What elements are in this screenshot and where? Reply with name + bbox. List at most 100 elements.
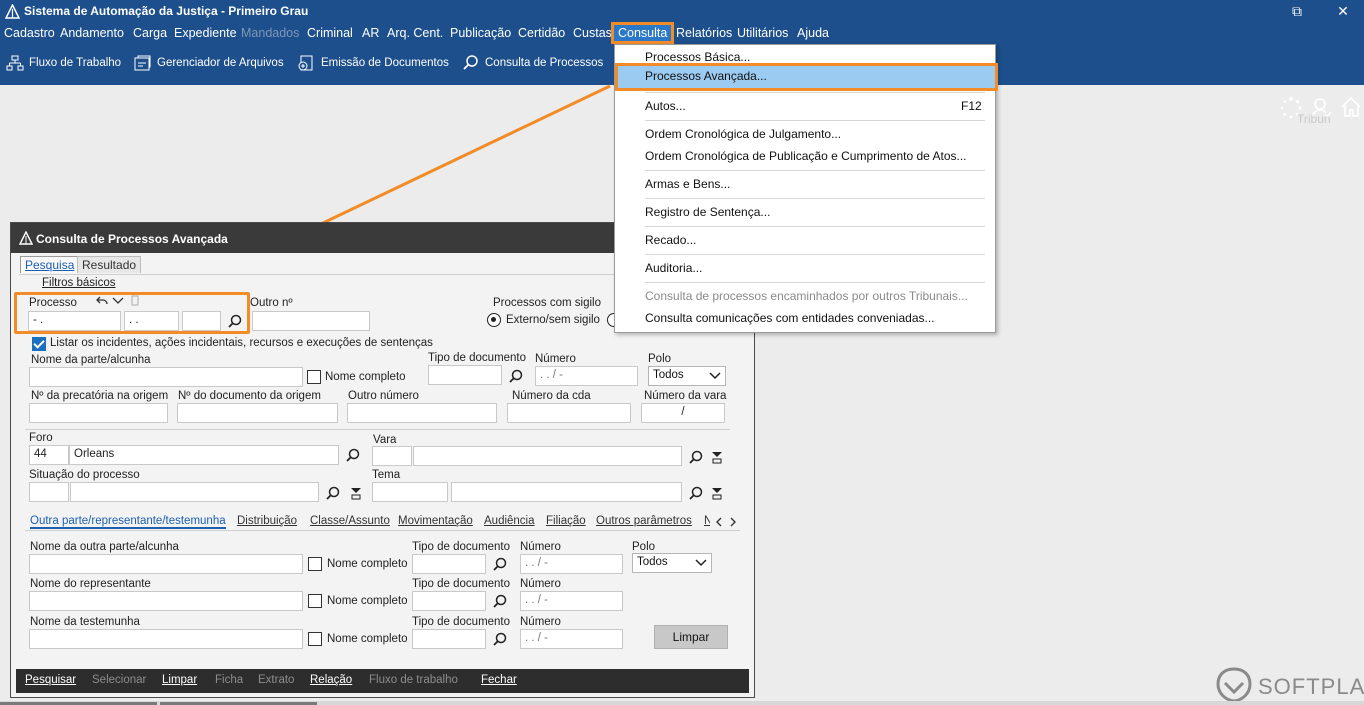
foro-name-input[interactable]: Orleans	[69, 445, 339, 465]
action-fluxo-trabalho[interactable]: Fluxo de trabalho	[369, 674, 458, 686]
menu-item-ordem-julgamento[interactable]: Ordem Cronológica de Julgamento...	[645, 127, 841, 141]
action-fechar[interactable]: Fechar	[481, 674, 517, 686]
filter-icon[interactable]	[711, 451, 723, 464]
nome-parte-input[interactable]	[29, 367, 303, 387]
vara-name-input[interactable]	[413, 446, 682, 466]
menu-item-recado[interactable]: Recado...	[645, 233, 696, 247]
sigilo-radio-externo[interactable]	[487, 313, 501, 327]
menu-item-label: Processos Avançada...	[645, 69, 767, 83]
menu-item-encaminhados-tribunais[interactable]: Consulta de processos encaminhados por o…	[645, 289, 968, 303]
filtros-basicos-label[interactable]: Filtros básicos	[42, 277, 116, 289]
menu-item-armas-bens[interactable]: Armas e Bens...	[645, 177, 730, 191]
subtab-movimentacao[interactable]: Movimentação	[398, 515, 473, 527]
menu-item-processos-basica[interactable]: Processos Básica...	[645, 50, 750, 64]
chevron-right-icon[interactable]	[729, 517, 737, 527]
situacao-name-input[interactable]	[70, 482, 319, 502]
subtab-outros-parametros[interactable]: Outros parâmetros	[596, 515, 692, 527]
tipo-documento-input[interactable]	[412, 554, 486, 574]
vara-code-input[interactable]	[372, 446, 412, 466]
testemunha-input[interactable]	[29, 629, 303, 649]
tab-resultado[interactable]: Resultado	[77, 256, 142, 273]
search-icon[interactable]	[326, 486, 340, 500]
nome-completo-checkbox[interactable]	[308, 632, 322, 646]
menu-item-registro-sentenca[interactable]: Registro de Sentença...	[645, 205, 770, 219]
search-icon[interactable]	[346, 448, 360, 462]
foro-code-input[interactable]: 44	[29, 445, 69, 465]
menu-item-ordem-publicacao[interactable]: Ordem Cronológica de Publicação e Cumpri…	[645, 149, 967, 163]
nome-completo-checkbox[interactable]	[308, 557, 322, 571]
menu-item-autos[interactable]: Autos... F12	[645, 99, 985, 113]
polo-label: Polo	[648, 353, 672, 365]
action-extrato[interactable]: Extrato	[258, 674, 294, 686]
subtab-filiacao[interactable]: Filiação	[546, 515, 586, 527]
search-icon[interactable]	[493, 632, 507, 646]
numero-input[interactable]: . . / -	[535, 366, 638, 386]
numero-cda-label: Número da cda	[512, 390, 591, 402]
polo-select-value: Todos	[637, 556, 668, 568]
numero-vara-input[interactable]: /	[641, 403, 725, 423]
subtab-audiencia[interactable]: Audiência	[484, 515, 535, 527]
menu-item-auditoria[interactable]: Auditoria...	[645, 261, 702, 275]
nome-completo-label: Nome completo	[327, 633, 408, 645]
representante-input[interactable]	[29, 591, 303, 611]
foro-label: Foro	[29, 432, 53, 444]
outro-n-label: Outro nº	[250, 297, 293, 309]
numero-input[interactable]: . . / -	[520, 591, 623, 611]
menu-item-processos-avancada[interactable]: Processos Avançada...	[615, 63, 998, 91]
numero-input[interactable]: . . / -	[520, 554, 623, 574]
tab-pesquisa[interactable]: Pesquisa	[20, 256, 80, 273]
tipo-documento-input[interactable]	[412, 629, 486, 649]
listar-incidentes-label: Listar os incidentes, ações incidentais,…	[50, 337, 433, 349]
action-ficha[interactable]: Ficha	[215, 674, 243, 686]
dialog-action-bar: Pesquisar Selecionar Limpar Ficha Extrat…	[16, 669, 749, 693]
search-icon[interactable]	[689, 450, 703, 464]
nome-completo-checkbox[interactable]	[308, 594, 322, 608]
search-icon[interactable]	[493, 557, 507, 571]
numero-cda-input[interactable]	[507, 403, 631, 423]
outra-parte-input[interactable]	[29, 554, 303, 574]
tipo-documento-input[interactable]	[428, 365, 502, 385]
softplan-logo-icon	[1216, 667, 1252, 703]
doc-origem-input[interactable]	[177, 403, 338, 423]
listar-incidentes-checkbox[interactable]	[32, 337, 46, 351]
menu-item-comunicacoes-entidades[interactable]: Consulta comunicações com entidades conv…	[645, 311, 935, 325]
nome-parte-label: Nome da parte/alcunha	[31, 354, 151, 366]
action-limpar[interactable]: Limpar	[162, 674, 197, 686]
subtab-distribuicao[interactable]: Distribuição	[237, 515, 297, 527]
tema-code-input[interactable]	[372, 482, 448, 502]
numero-input[interactable]: . . / -	[520, 629, 623, 649]
polo-select[interactable]: Todos	[648, 366, 726, 386]
situacao-code-input[interactable]	[29, 482, 69, 502]
softplan-logo-text: SOFTPLAN	[1258, 674, 1364, 699]
search-icon[interactable]	[493, 594, 507, 608]
nome-completo-label: Nome completo	[327, 595, 408, 607]
search-icon[interactable]	[689, 486, 703, 500]
subtab-truncated[interactable]: N	[704, 515, 710, 527]
numero-label: Número	[535, 353, 576, 365]
taskbar	[0, 701, 1364, 705]
numero-label: Número	[520, 541, 561, 553]
vara-label: Vara	[373, 434, 397, 446]
action-pesquisar[interactable]: Pesquisar	[25, 674, 76, 686]
chevron-left-icon[interactable]	[715, 517, 723, 527]
action-selecionar[interactable]: Selecionar	[92, 674, 146, 686]
nome-completo-label: Nome completo	[327, 558, 408, 570]
nome-completo-checkbox[interactable]	[307, 370, 321, 384]
chevron-down-icon	[695, 559, 707, 567]
polo-select[interactable]: Todos	[632, 553, 712, 573]
outro-n-input[interactable]	[252, 311, 370, 331]
outro-numero-input[interactable]	[347, 403, 497, 423]
search-icon[interactable]	[509, 369, 523, 383]
limpar-button[interactable]: Limpar	[654, 625, 728, 649]
precatoria-input[interactable]	[29, 403, 168, 423]
subtab-outra-parte[interactable]: Outra parte/representante/testemunha	[30, 515, 226, 529]
detail-tabs: Outra parte/representante/testemunha Dis…	[25, 513, 740, 531]
tema-name-input[interactable]	[451, 482, 682, 502]
subtab-classe-assunto[interactable]: Classe/Assunto	[310, 515, 390, 527]
filter-icon[interactable]	[350, 487, 362, 500]
sigilo-label: Processos com sigilo	[493, 297, 602, 309]
action-relacao[interactable]: Relação	[310, 674, 352, 686]
filter-icon[interactable]	[711, 487, 723, 500]
tipo-documento-input[interactable]	[412, 591, 486, 611]
consulta-dropdown-menu: Processos Básica... Processos Avançada..…	[614, 44, 998, 333]
